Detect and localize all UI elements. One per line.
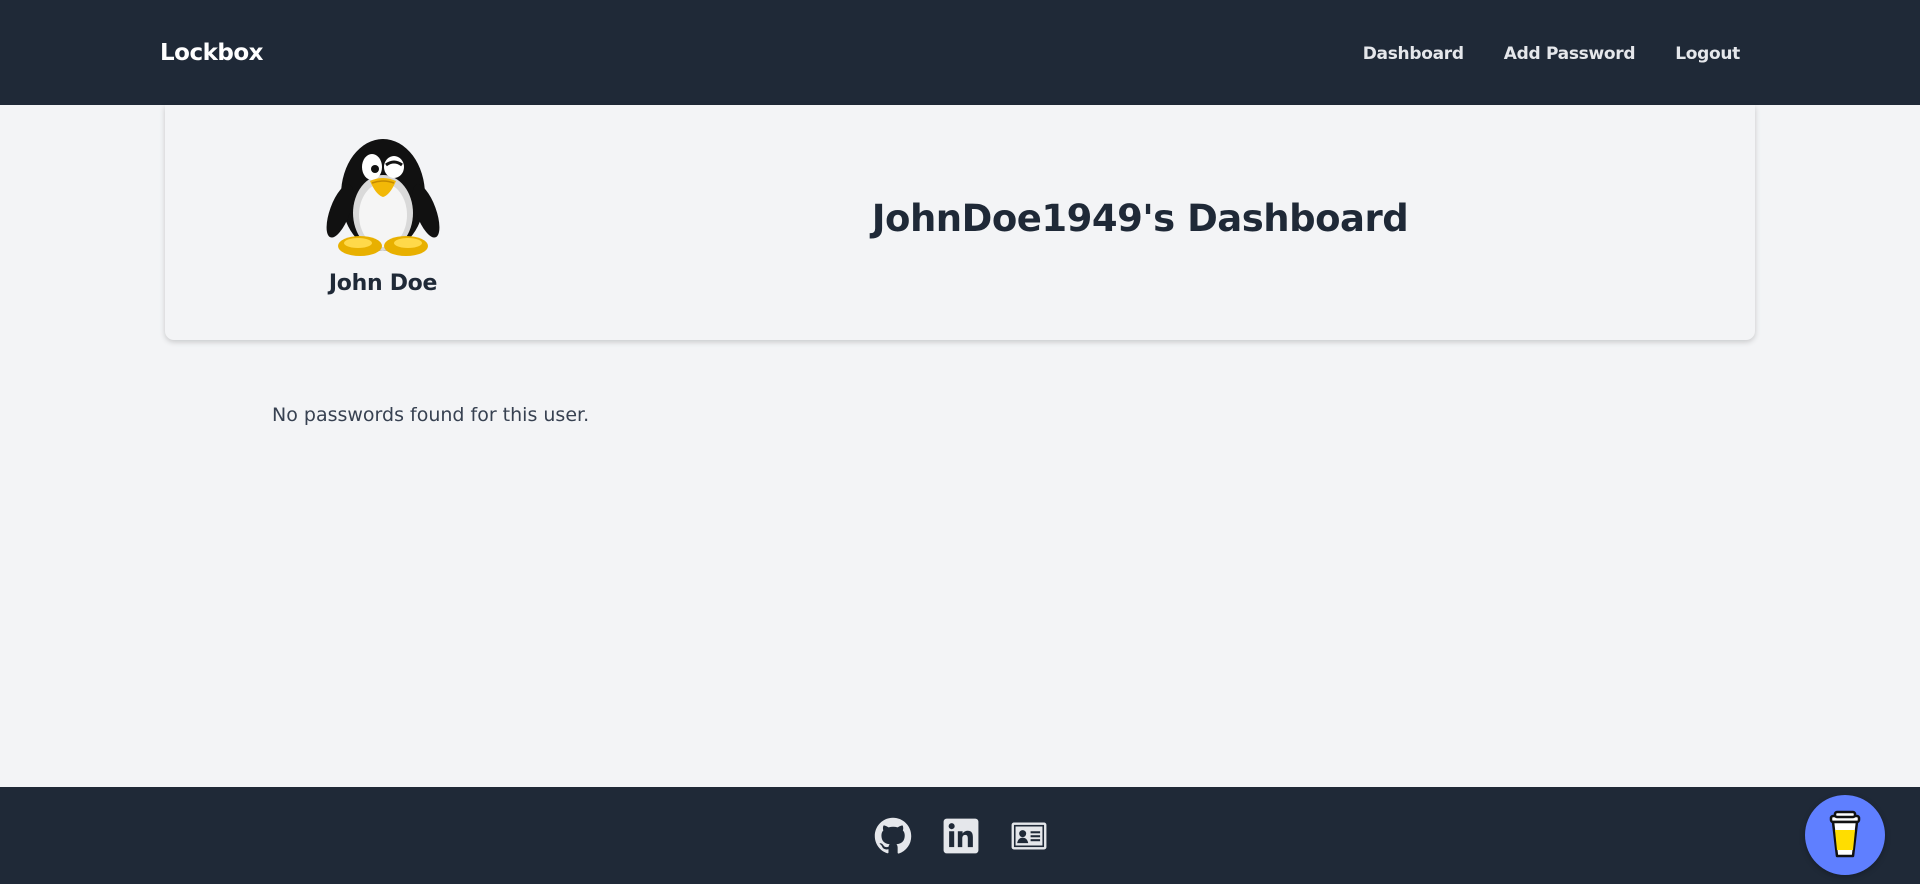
empty-passwords-message: No passwords found for this user. bbox=[272, 404, 590, 426]
nav-logout-link[interactable]: Logout bbox=[1675, 42, 1740, 66]
github-icon[interactable] bbox=[874, 817, 912, 855]
brand-logo-link[interactable]: Lockbox bbox=[160, 38, 264, 68]
page-title: JohnDoe1949's Dashboard bbox=[871, 197, 1409, 240]
coffee-cup-icon bbox=[1829, 810, 1861, 858]
linkedin-icon[interactable] bbox=[942, 817, 980, 855]
nav-menu: Dashboard Add Password Logout bbox=[1363, 42, 1741, 66]
profile-user-name: John Doe bbox=[328, 271, 438, 296]
profile-card: John Doe JohnDoe1949's Dashboard bbox=[165, 105, 1755, 340]
nav-dashboard-link[interactable]: Dashboard bbox=[1363, 42, 1464, 66]
penguin-avatar-icon bbox=[322, 133, 444, 258]
footer-social-links bbox=[874, 817, 1048, 855]
footer bbox=[0, 787, 1920, 884]
top-navbar: Lockbox Dashboard Add Password Logout bbox=[0, 0, 1920, 105]
nav-add-password-link[interactable]: Add Password bbox=[1504, 42, 1636, 66]
buy-me-a-coffee-button[interactable] bbox=[1805, 795, 1885, 875]
contact-card-icon[interactable] bbox=[1010, 817, 1048, 855]
